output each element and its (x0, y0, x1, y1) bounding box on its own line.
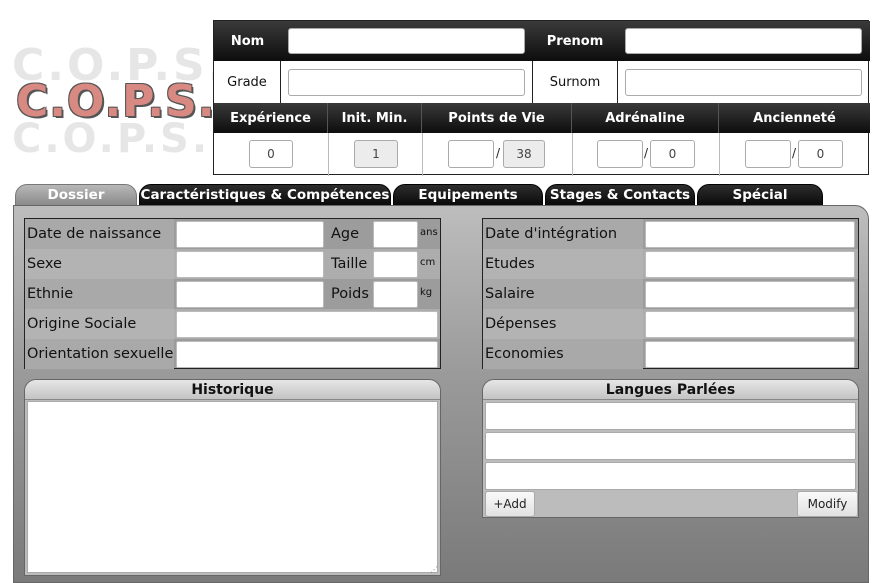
age-label: Age (331, 226, 360, 242)
historique-section: Historique ⋰ (24, 379, 441, 576)
anciennete-current-input[interactable] (745, 140, 791, 168)
etudes-label: Etudes (485, 256, 535, 272)
cops-logo: C.O.P.S. C.O.P.S. C.O.P.S. (8, 18, 224, 178)
slash-separator: / (792, 146, 797, 160)
date-integration-label: Date d'intégration (485, 226, 618, 242)
tab-dossier[interactable]: Dossier (15, 184, 137, 206)
logo-ghost-bottom: C.O.P.S. (12, 116, 211, 162)
langue-input[interactable] (485, 462, 856, 490)
divider (422, 133, 423, 176)
etudes-input[interactable] (645, 251, 855, 278)
economies-label: Economies (485, 346, 564, 362)
dossier-panel: Date de naissance Age ans Sexe Taille cm… (13, 205, 869, 583)
tab-equipements[interactable]: Equipements (393, 184, 543, 206)
tab-stages-contacts[interactable]: Stages & Contacts (545, 184, 695, 206)
langues-section: Langues Parlées +Add Modify (482, 379, 859, 518)
sexe-input[interactable] (176, 251, 324, 278)
langue-input[interactable] (485, 432, 856, 460)
sexe-label: Sexe (27, 256, 62, 272)
resize-grip-icon[interactable]: ⋰ (430, 565, 438, 574)
slash-separator: / (644, 146, 649, 160)
divider (328, 133, 329, 176)
orientation-sexuelle-label: Orientation sexuelle (27, 346, 174, 362)
points-de-vie-max-value: 38 (503, 140, 545, 168)
anciennete-label: Ancienneté (719, 103, 870, 133)
langues-title: Langues Parlées (483, 380, 858, 400)
surnom-label: Surnom (532, 61, 618, 103)
surnom-input[interactable] (625, 69, 862, 96)
career-fields: Date d'intégration Etudes Salaire Dépens… (482, 218, 859, 369)
age-unit: ans (420, 227, 438, 238)
economies-input[interactable] (645, 341, 855, 368)
experience-input[interactable]: 0 (249, 140, 293, 168)
date-naissance-label: Date de naissance (27, 226, 162, 242)
depenses-label: Dépenses (485, 316, 557, 332)
salaire-input[interactable] (645, 281, 855, 308)
slash-separator: / (496, 146, 501, 160)
anciennete-max-input[interactable]: 0 (798, 140, 843, 168)
modify-langue-button[interactable]: Modify (797, 491, 858, 517)
origine-sociale-input[interactable] (176, 311, 438, 338)
init-min-label: Init. Min. (328, 103, 422, 133)
historique-textarea[interactable] (27, 401, 438, 573)
identity-fields: Date de naissance Age ans Sexe Taille cm… (24, 218, 441, 369)
age-input[interactable] (373, 221, 418, 248)
langue-input[interactable] (485, 402, 856, 430)
historique-title: Historique (25, 380, 440, 400)
experience-label: Expérience (214, 103, 328, 133)
character-header: Nom Prenom Grade Surnom Expérience Init.… (213, 20, 870, 176)
taille-label: Taille (331, 256, 368, 272)
salaire-label: Salaire (485, 286, 535, 302)
adrenaline-current-input[interactable] (597, 140, 643, 168)
depenses-input[interactable] (645, 311, 855, 338)
divider (572, 133, 573, 176)
tab-caracteristiques-competences[interactable]: Caractéristiques & Compétences (139, 184, 391, 206)
orientation-sexuelle-input[interactable] (176, 341, 438, 368)
taille-input[interactable] (373, 251, 418, 278)
nom-input[interactable] (288, 28, 525, 54)
ethnie-label: Ethnie (27, 286, 74, 302)
add-langue-button[interactable]: +Add (485, 491, 535, 517)
prenom-input[interactable] (625, 28, 862, 54)
taille-unit: cm (420, 257, 436, 268)
adrenaline-label: Adrénaline (572, 103, 719, 133)
prenom-label: Prenom (532, 21, 618, 61)
adrenaline-max-input[interactable]: 0 (650, 140, 695, 168)
grade-input[interactable] (288, 69, 525, 96)
poids-unit: kg (420, 287, 433, 298)
grade-label: Grade (214, 61, 281, 103)
points-de-vie-current-input[interactable] (448, 140, 494, 168)
ethnie-input[interactable] (176, 281, 324, 308)
poids-label: Poids (331, 286, 369, 302)
origine-sociale-label: Origine Sociale (27, 316, 137, 332)
divider (719, 133, 720, 176)
init-min-value: 1 (354, 140, 398, 168)
points-de-vie-label: Points de Vie (422, 103, 572, 133)
nom-label: Nom (214, 21, 281, 61)
tab-special[interactable]: Spécial (697, 184, 823, 206)
poids-input[interactable] (373, 281, 418, 308)
date-naissance-input[interactable] (176, 221, 324, 248)
date-integration-input[interactable] (645, 221, 855, 248)
